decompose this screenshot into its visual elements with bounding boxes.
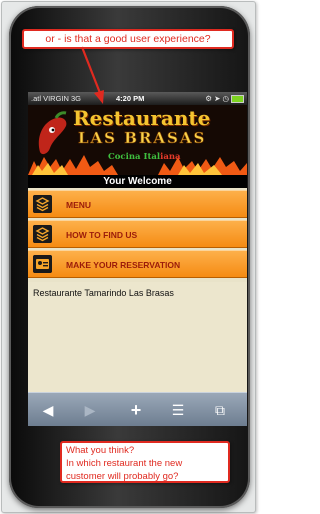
callout-arrow-icon [80, 46, 104, 104]
